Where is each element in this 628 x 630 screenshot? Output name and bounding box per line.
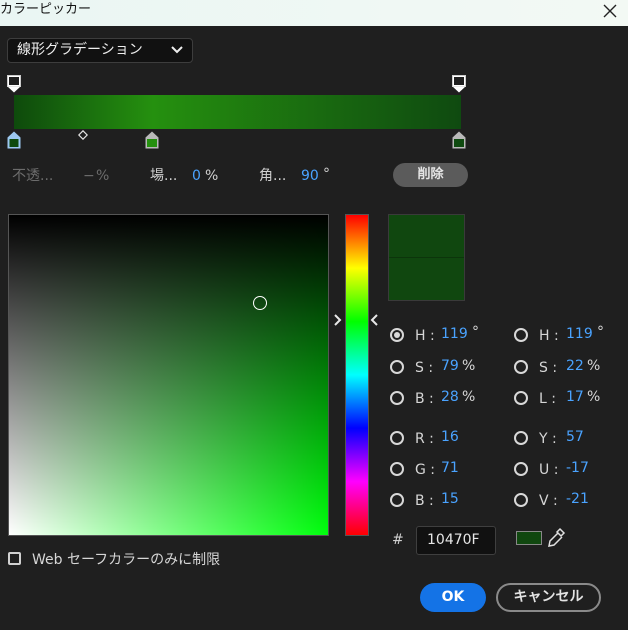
yuv-u-label: U : (539, 462, 559, 478)
opacity-value[interactable]: − (83, 167, 95, 185)
saturation-brightness-field[interactable] (8, 214, 329, 536)
chevron-down-icon (171, 46, 183, 54)
radio-hsl-s[interactable] (514, 360, 528, 374)
sv-picker-marker[interactable] (253, 296, 267, 310)
yuv-y-label: Y : (539, 431, 557, 447)
radio-rgb-b[interactable] (390, 493, 404, 507)
hue-arrow-left-icon[interactable] (333, 313, 343, 327)
radio-hsb-h[interactable] (390, 328, 404, 342)
hsl-l-unit: % (587, 389, 601, 405)
opacity-label: 不透... (12, 168, 54, 184)
location-unit: % (205, 168, 219, 184)
opacity-stop-left[interactable] (7, 75, 21, 93)
location-value[interactable]: 0 (192, 167, 201, 185)
yuv-u-value[interactable]: -17 (566, 459, 589, 477)
window-title: カラーピッカー (0, 2, 92, 17)
sv-black-overlay (9, 215, 328, 535)
angle-label: 角... (259, 168, 287, 184)
hsl-l-value[interactable]: 17 (566, 388, 584, 406)
hsb-h-label: H : (415, 328, 435, 344)
delete-stop-button[interactable]: 削除 (393, 163, 468, 187)
hue-arrow-right-icon[interactable] (369, 313, 379, 327)
hsb-s-unit: % (462, 358, 476, 374)
yuv-y-value[interactable]: 57 (566, 428, 584, 446)
gradient-type-dropdown[interactable]: 線形グラデーション (7, 38, 193, 63)
color-stop-right[interactable] (452, 131, 466, 149)
hsl-h-label: H : (539, 328, 559, 344)
title-bar (0, 0, 628, 26)
hue-slider[interactable] (345, 214, 369, 536)
radio-hsb-b[interactable] (390, 391, 404, 405)
hsb-b-unit: % (462, 389, 476, 405)
location-label: 場... (150, 168, 178, 184)
hsl-l-label: L : (539, 391, 556, 407)
rgb-r-label: R : (415, 431, 434, 447)
rgb-g-value[interactable]: 71 (441, 459, 459, 477)
hsb-h-value[interactable]: 119 (441, 325, 468, 343)
rgb-r-value[interactable]: 16 (441, 428, 459, 446)
color-preview-swatch (388, 214, 465, 301)
hsb-b-value[interactable]: 28 (441, 388, 459, 406)
midpoint-diamond[interactable] (78, 130, 88, 140)
web-safe-checkbox[interactable] (8, 552, 21, 565)
cancel-button[interactable]: キャンセル (496, 583, 601, 612)
hsl-s-label: S : (539, 360, 558, 376)
web-safe-label: Web セーフカラーのみに制限 (32, 552, 221, 568)
gradient-type-value: 線形グラデーション (17, 42, 143, 58)
hsl-h-unit: ° (597, 324, 604, 340)
radio-yuv-y[interactable] (514, 431, 528, 445)
radio-hsb-s[interactable] (390, 360, 404, 374)
yuv-v-value[interactable]: -21 (566, 490, 589, 508)
radio-hsl-h[interactable] (514, 328, 528, 342)
radio-rgb-g[interactable] (390, 462, 404, 476)
angle-unit: ° (323, 166, 330, 182)
hex-hash-label: # (392, 532, 404, 548)
color-stop-middle[interactable] (145, 131, 159, 149)
gradient-preview-bar[interactable] (14, 95, 461, 129)
swatch-divider (389, 257, 464, 258)
hsl-h-value[interactable]: 119 (566, 325, 593, 343)
hsl-s-value[interactable]: 22 (566, 357, 584, 375)
angle-value[interactable]: 90 (301, 167, 319, 185)
color-stop-left-selected[interactable] (7, 131, 21, 149)
hsb-b-label: B : (415, 391, 434, 407)
radio-yuv-v[interactable] (514, 493, 528, 507)
radio-yuv-u[interactable] (514, 462, 528, 476)
opacity-stop-right[interactable] (452, 75, 466, 93)
hsb-s-label: S : (415, 360, 434, 376)
close-button[interactable] (600, 0, 620, 22)
current-color-chip (516, 531, 542, 545)
radio-hsl-l[interactable] (514, 391, 528, 405)
hsb-h-unit: ° (472, 324, 479, 340)
rgb-g-label: G : (415, 462, 436, 478)
eyedropper-icon[interactable] (546, 527, 566, 549)
rgb-b-value[interactable]: 15 (441, 490, 459, 508)
hex-input[interactable]: 10470F (416, 526, 496, 555)
hsb-s-value[interactable]: 79 (441, 357, 459, 375)
close-icon (603, 4, 617, 18)
hsl-s-unit: % (587, 358, 601, 374)
opacity-unit: % (96, 168, 110, 184)
yuv-v-label: V : (539, 493, 558, 509)
radio-rgb-r[interactable] (390, 431, 404, 445)
rgb-b-label: B : (415, 493, 434, 509)
ok-button[interactable]: OK (420, 583, 486, 612)
